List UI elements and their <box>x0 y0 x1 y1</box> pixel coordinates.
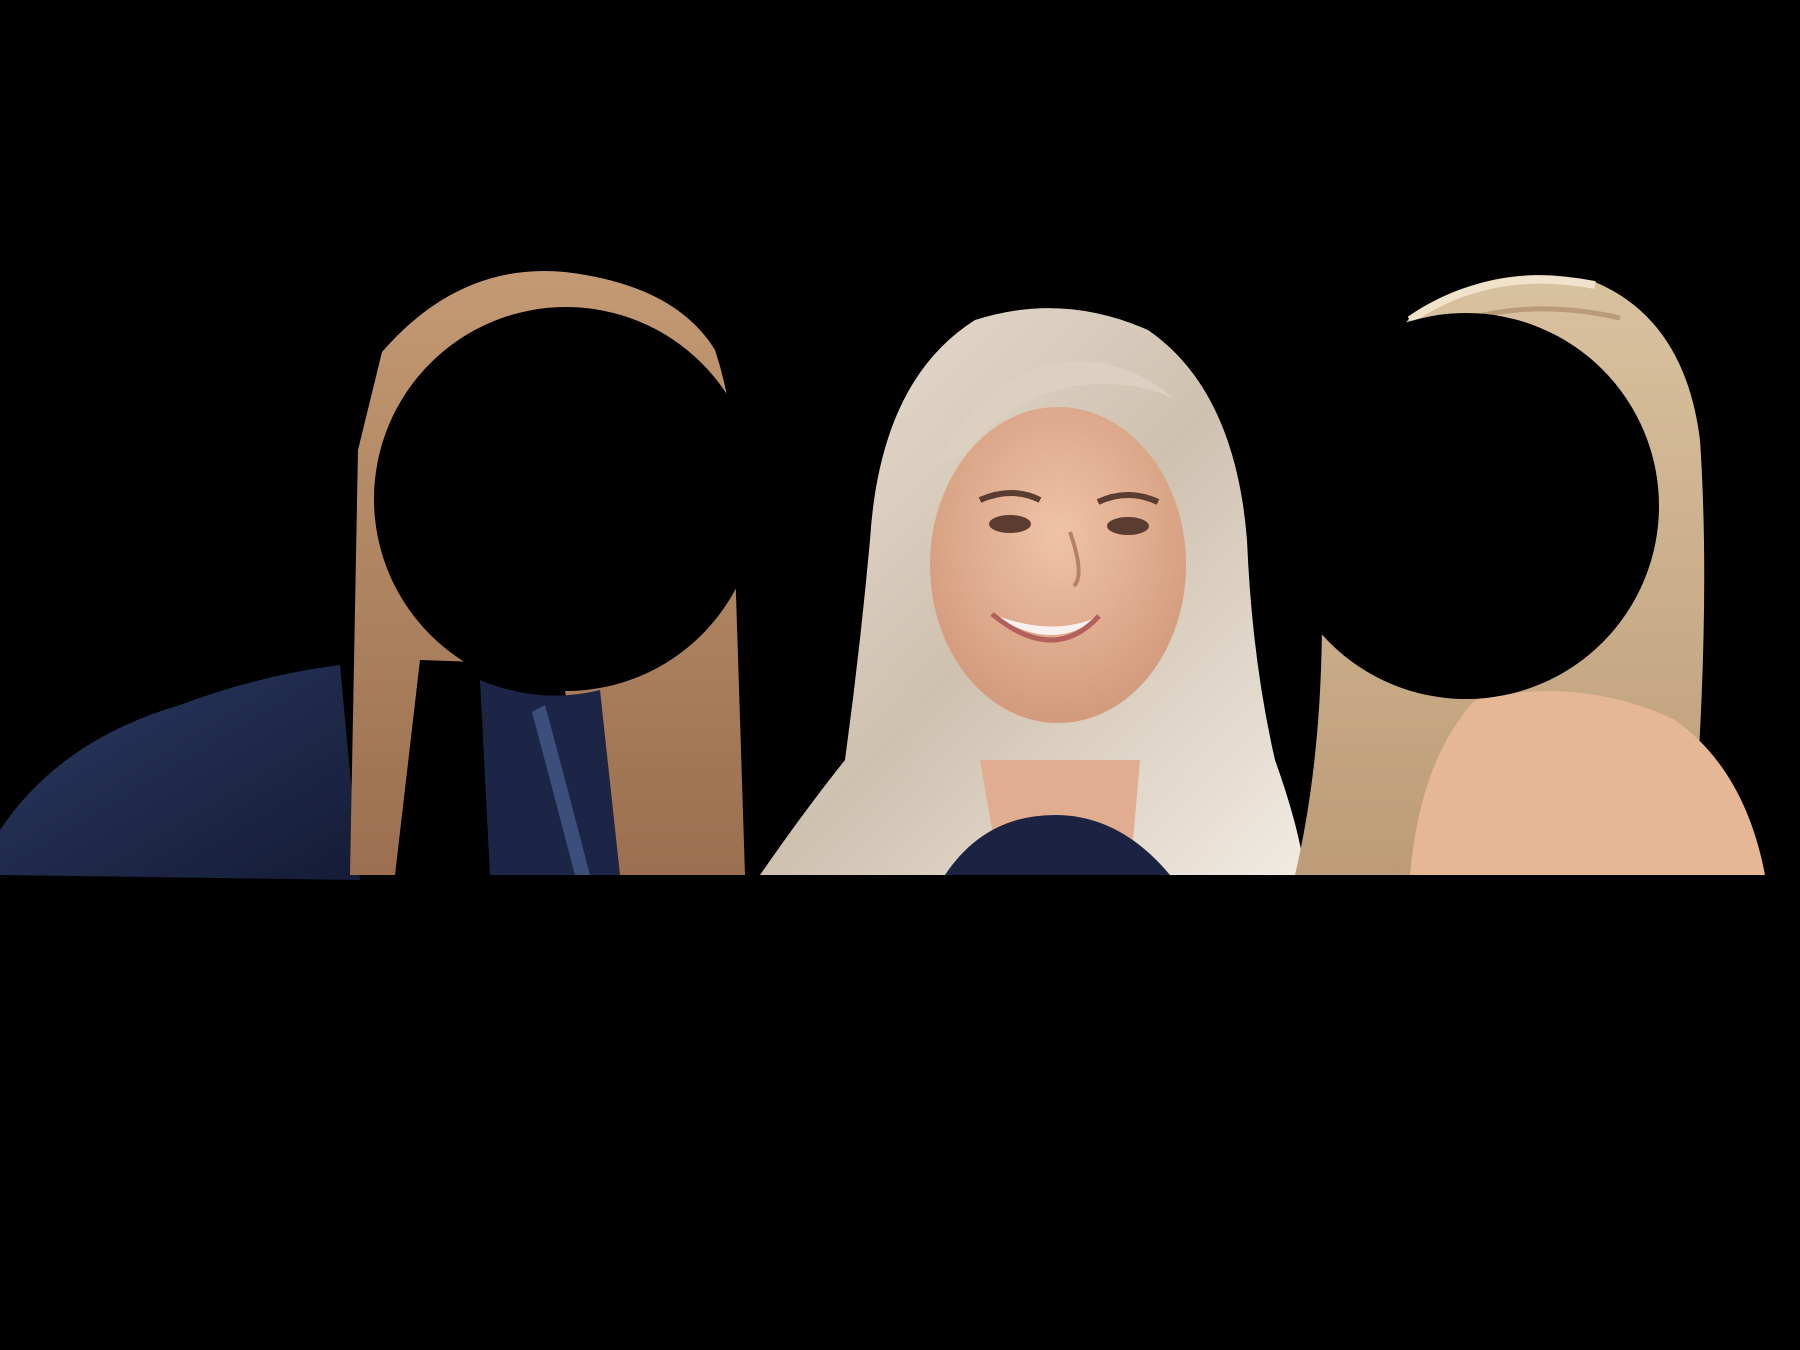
right-face-redaction <box>1273 313 1659 699</box>
center-person <box>760 308 1305 875</box>
photo-strip <box>0 0 1800 880</box>
image-canvas <box>0 0 1800 1350</box>
photo-illustration <box>0 271 1765 880</box>
left-person <box>0 271 758 880</box>
right-person <box>1273 275 1765 875</box>
left-face-redaction <box>374 307 758 691</box>
